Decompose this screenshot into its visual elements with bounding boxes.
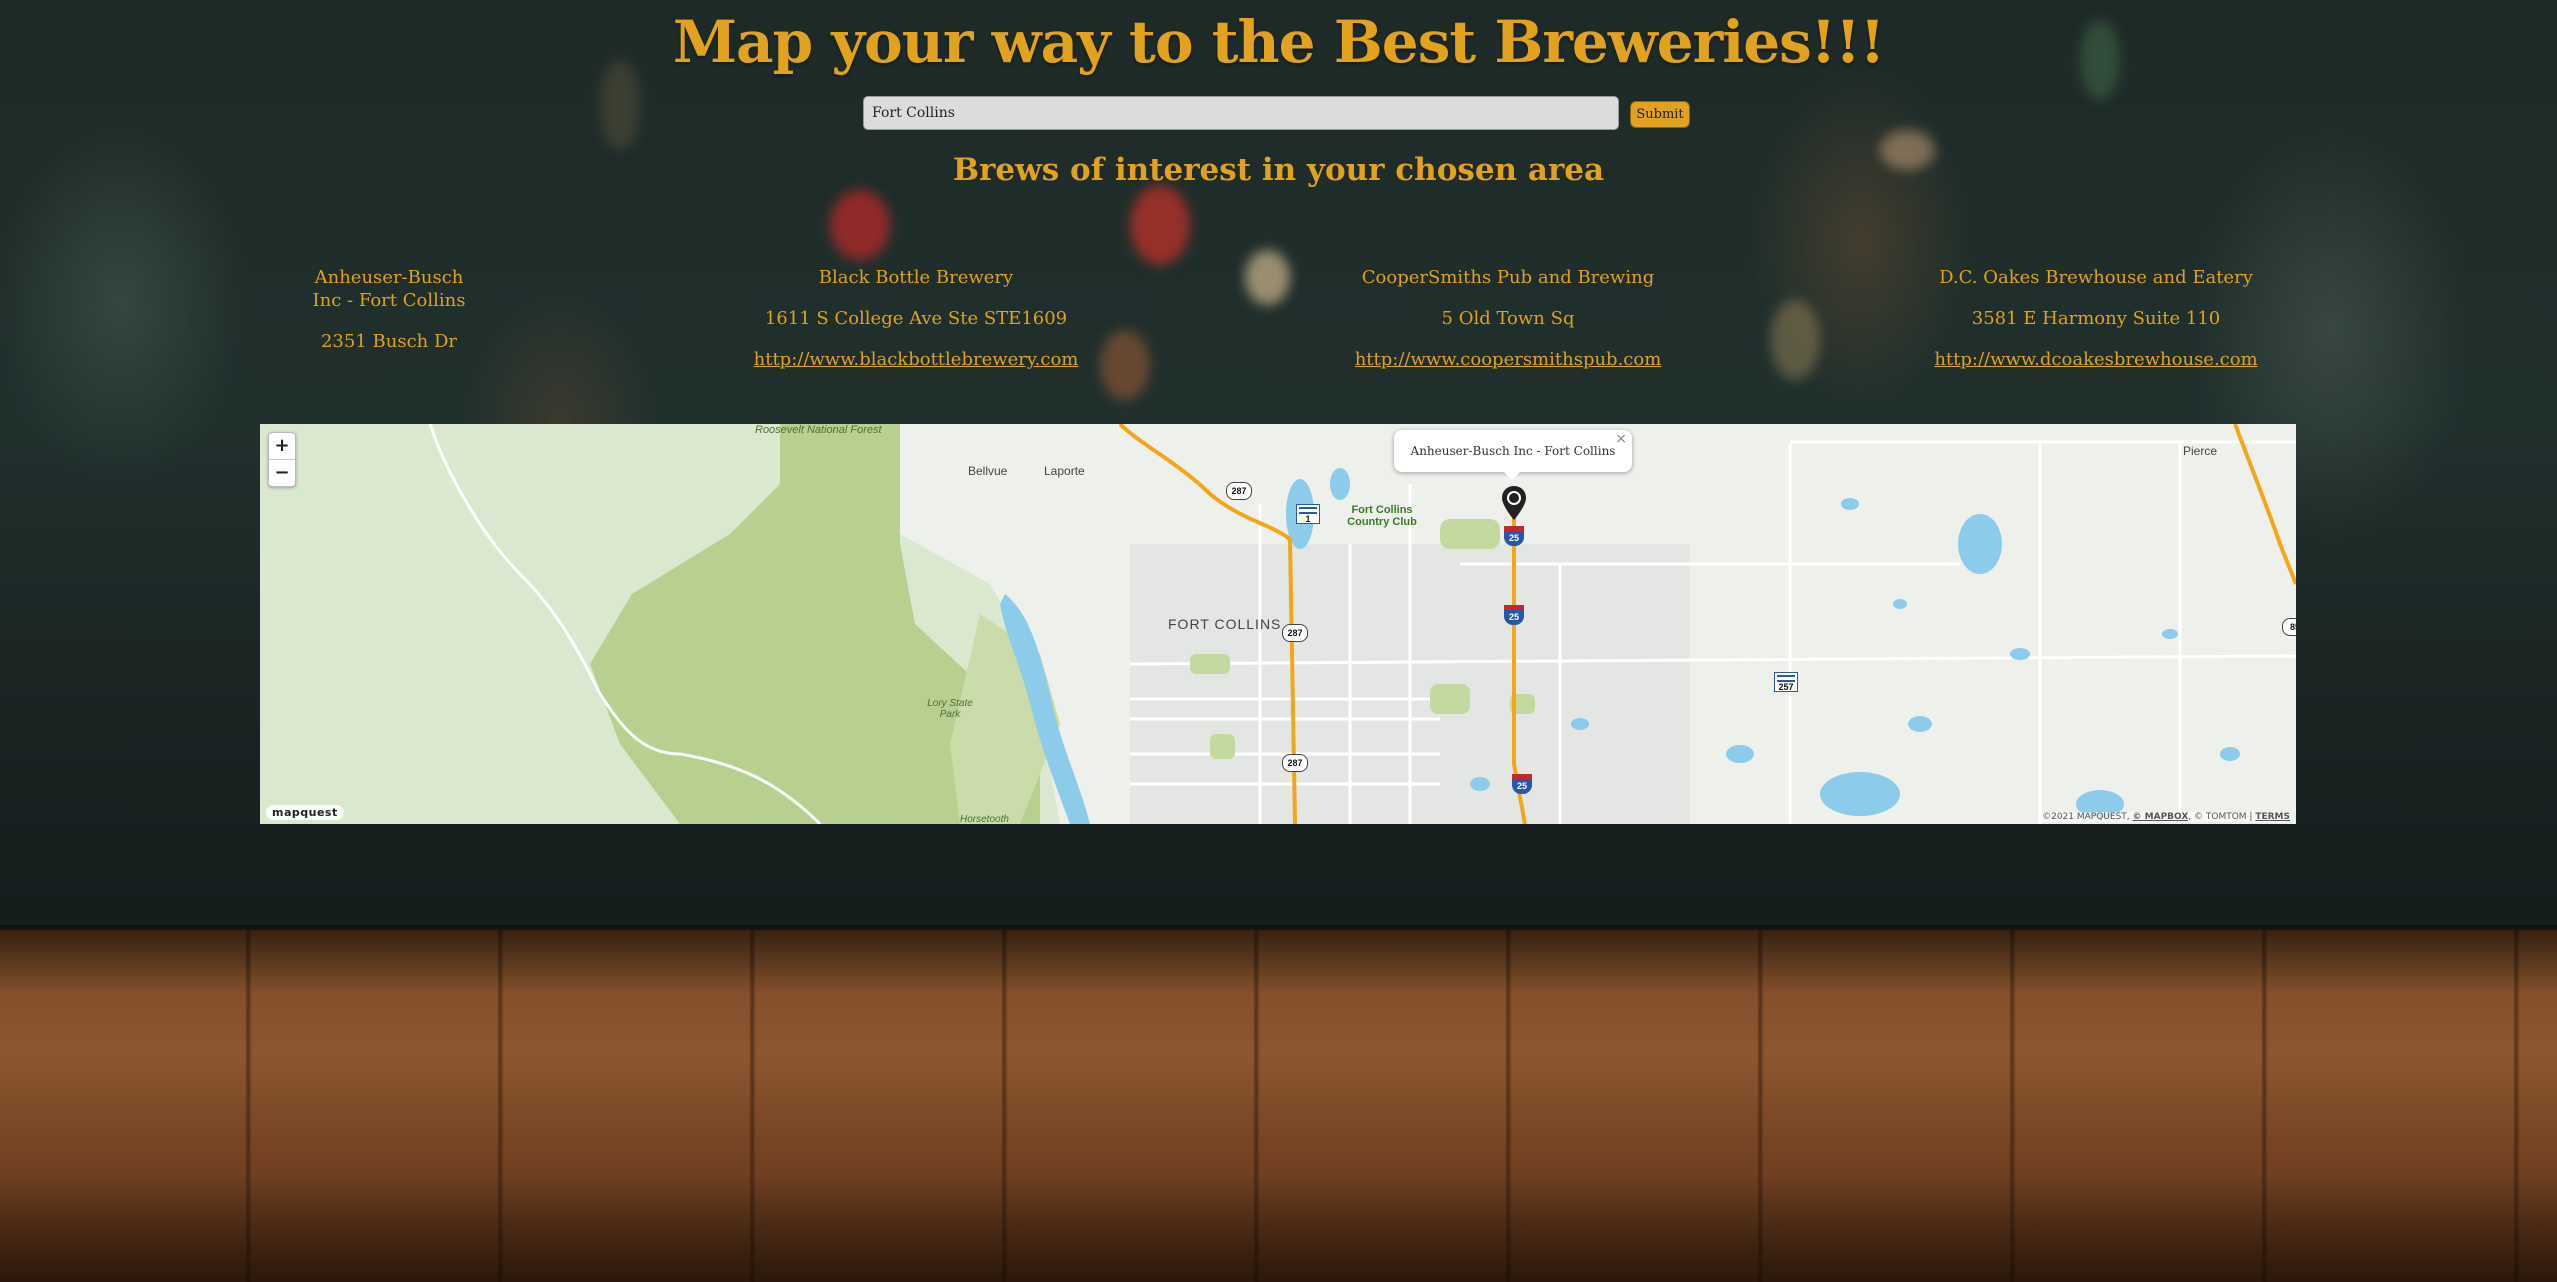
lake <box>1571 718 1589 730</box>
state1-shield: 1 <box>1296 504 1320 524</box>
lake <box>1820 772 1900 816</box>
section-subtitle: Brews of interest in your chosen area <box>952 152 1605 188</box>
popup-tip <box>1503 471 1521 480</box>
terms-link[interactable]: TERMS <box>2255 812 2290 822</box>
lake <box>1330 468 1350 500</box>
attribution-copyright: ©2021 MAPQUEST, <box>2042 812 2130 822</box>
lake <box>2010 648 2030 660</box>
brewery-website-link[interactable]: http://www.dcoakesbrewhouse.com <box>1896 348 2296 371</box>
attribution-tomtom: , © TOMTOM | <box>2188 812 2253 822</box>
bokeh-light <box>1130 185 1190 265</box>
us287-shield: 287 <box>1282 754 1308 772</box>
park <box>1190 654 1230 674</box>
brewery-name: D.C. Oakes Brewhouse and Eatery <box>1939 267 2253 288</box>
mapbox-link[interactable]: © MAPBOX <box>2133 812 2189 822</box>
state257-shield: 257 <box>1774 672 1798 692</box>
brewery-address: 3581 E Harmony Suite 110 <box>1971 308 2221 329</box>
marker-popup: Anheuser-Busch Inc - Fort Collins × <box>1394 430 1632 472</box>
us85-shield: 85 <box>2282 618 2296 636</box>
lake <box>1841 498 1859 510</box>
mapquest-logo[interactable]: mapquest <box>266 805 344 820</box>
brewery-website-link[interactable]: http://www.blackbottlebrewery.com <box>716 348 1116 371</box>
brewery-name: Black Bottle Brewery <box>818 267 1014 288</box>
map-widget[interactable]: Roosevelt National Forest Bellvue Laport… <box>260 424 2296 824</box>
label-horsetooth: Horsetooth <box>960 814 1009 824</box>
i25-shield: 25 <box>1504 605 1524 625</box>
label-lory-state-park: Lory State Park <box>927 698 973 720</box>
label-country-club: Fort Collins Country Club <box>1347 504 1417 528</box>
i25-shield: 25 <box>1512 774 1532 794</box>
close-icon[interactable]: × <box>1615 431 1627 447</box>
brewery-card: Black Bottle Brewery 1611 S College Ave … <box>716 266 1116 371</box>
brewery-name: Anheuser-Busch Inc - Fort Collins <box>312 267 466 311</box>
brewery-website-link[interactable]: http://www.coopersmithspub.com <box>1308 348 1708 371</box>
label-bellvue: Bellvue <box>968 464 1008 478</box>
bokeh-light <box>1245 250 1290 305</box>
brewery-address: 5 Old Town Sq <box>1441 308 1575 329</box>
park <box>1430 684 1470 714</box>
lake <box>2162 629 2178 639</box>
lake <box>1893 599 1907 609</box>
label-national-forest: Roosevelt National Forest <box>755 424 882 436</box>
popup-text: Anheuser-Busch Inc - Fort Collins <box>1410 444 1616 458</box>
us287-shield: 287 <box>1282 624 1308 642</box>
lake <box>1958 514 2002 574</box>
bokeh-light <box>830 190 890 260</box>
i25-shield: 25 <box>1504 526 1524 546</box>
park <box>1440 519 1500 549</box>
brewery-card: CooperSmiths Pub and Brewing 5 Old Town … <box>1308 266 1708 371</box>
city-search-input[interactable] <box>863 96 1619 130</box>
zoom-in-button[interactable]: + <box>269 433 295 459</box>
brewery-card: D.C. Oakes Brewhouse and Eatery 3581 E H… <box>1896 266 2296 371</box>
bokeh-light <box>1770 300 1820 380</box>
park <box>1210 734 1235 759</box>
brewery-name: CooperSmiths Pub and Brewing <box>1361 267 1655 288</box>
lake <box>1908 716 1932 732</box>
us287-shield: 287 <box>1226 482 1252 500</box>
highway-us85 <box>2233 424 2296 585</box>
label-fort-collins: FORT COLLINS <box>1168 616 1282 632</box>
label-pierce: Pierce <box>2183 444 2218 458</box>
brewery-address: 1611 S College Ave Ste STE1609 <box>764 308 1068 329</box>
wooden-counter <box>0 930 2557 1282</box>
zoom-out-button[interactable]: − <box>269 459 295 486</box>
lake <box>1470 777 1490 791</box>
map-attribution: ©2021 MAPQUEST, © MAPBOX, © TOMTOM | TER… <box>2040 812 2292 822</box>
zoom-control: + − <box>268 432 296 487</box>
brewery-marker-icon[interactable] <box>1502 486 1526 520</box>
brewery-card: Anheuser-Busch Inc - Fort Collins 2351 B… <box>300 266 478 353</box>
submit-button[interactable]: Submit <box>1630 101 1690 128</box>
page-title: Map your way to the Best Breweries!!! <box>672 8 1885 76</box>
lake <box>2220 747 2240 761</box>
brewery-address: 2351 Busch Dr <box>320 331 458 352</box>
lake <box>1726 745 1754 763</box>
label-laporte: Laporte <box>1044 464 1085 478</box>
